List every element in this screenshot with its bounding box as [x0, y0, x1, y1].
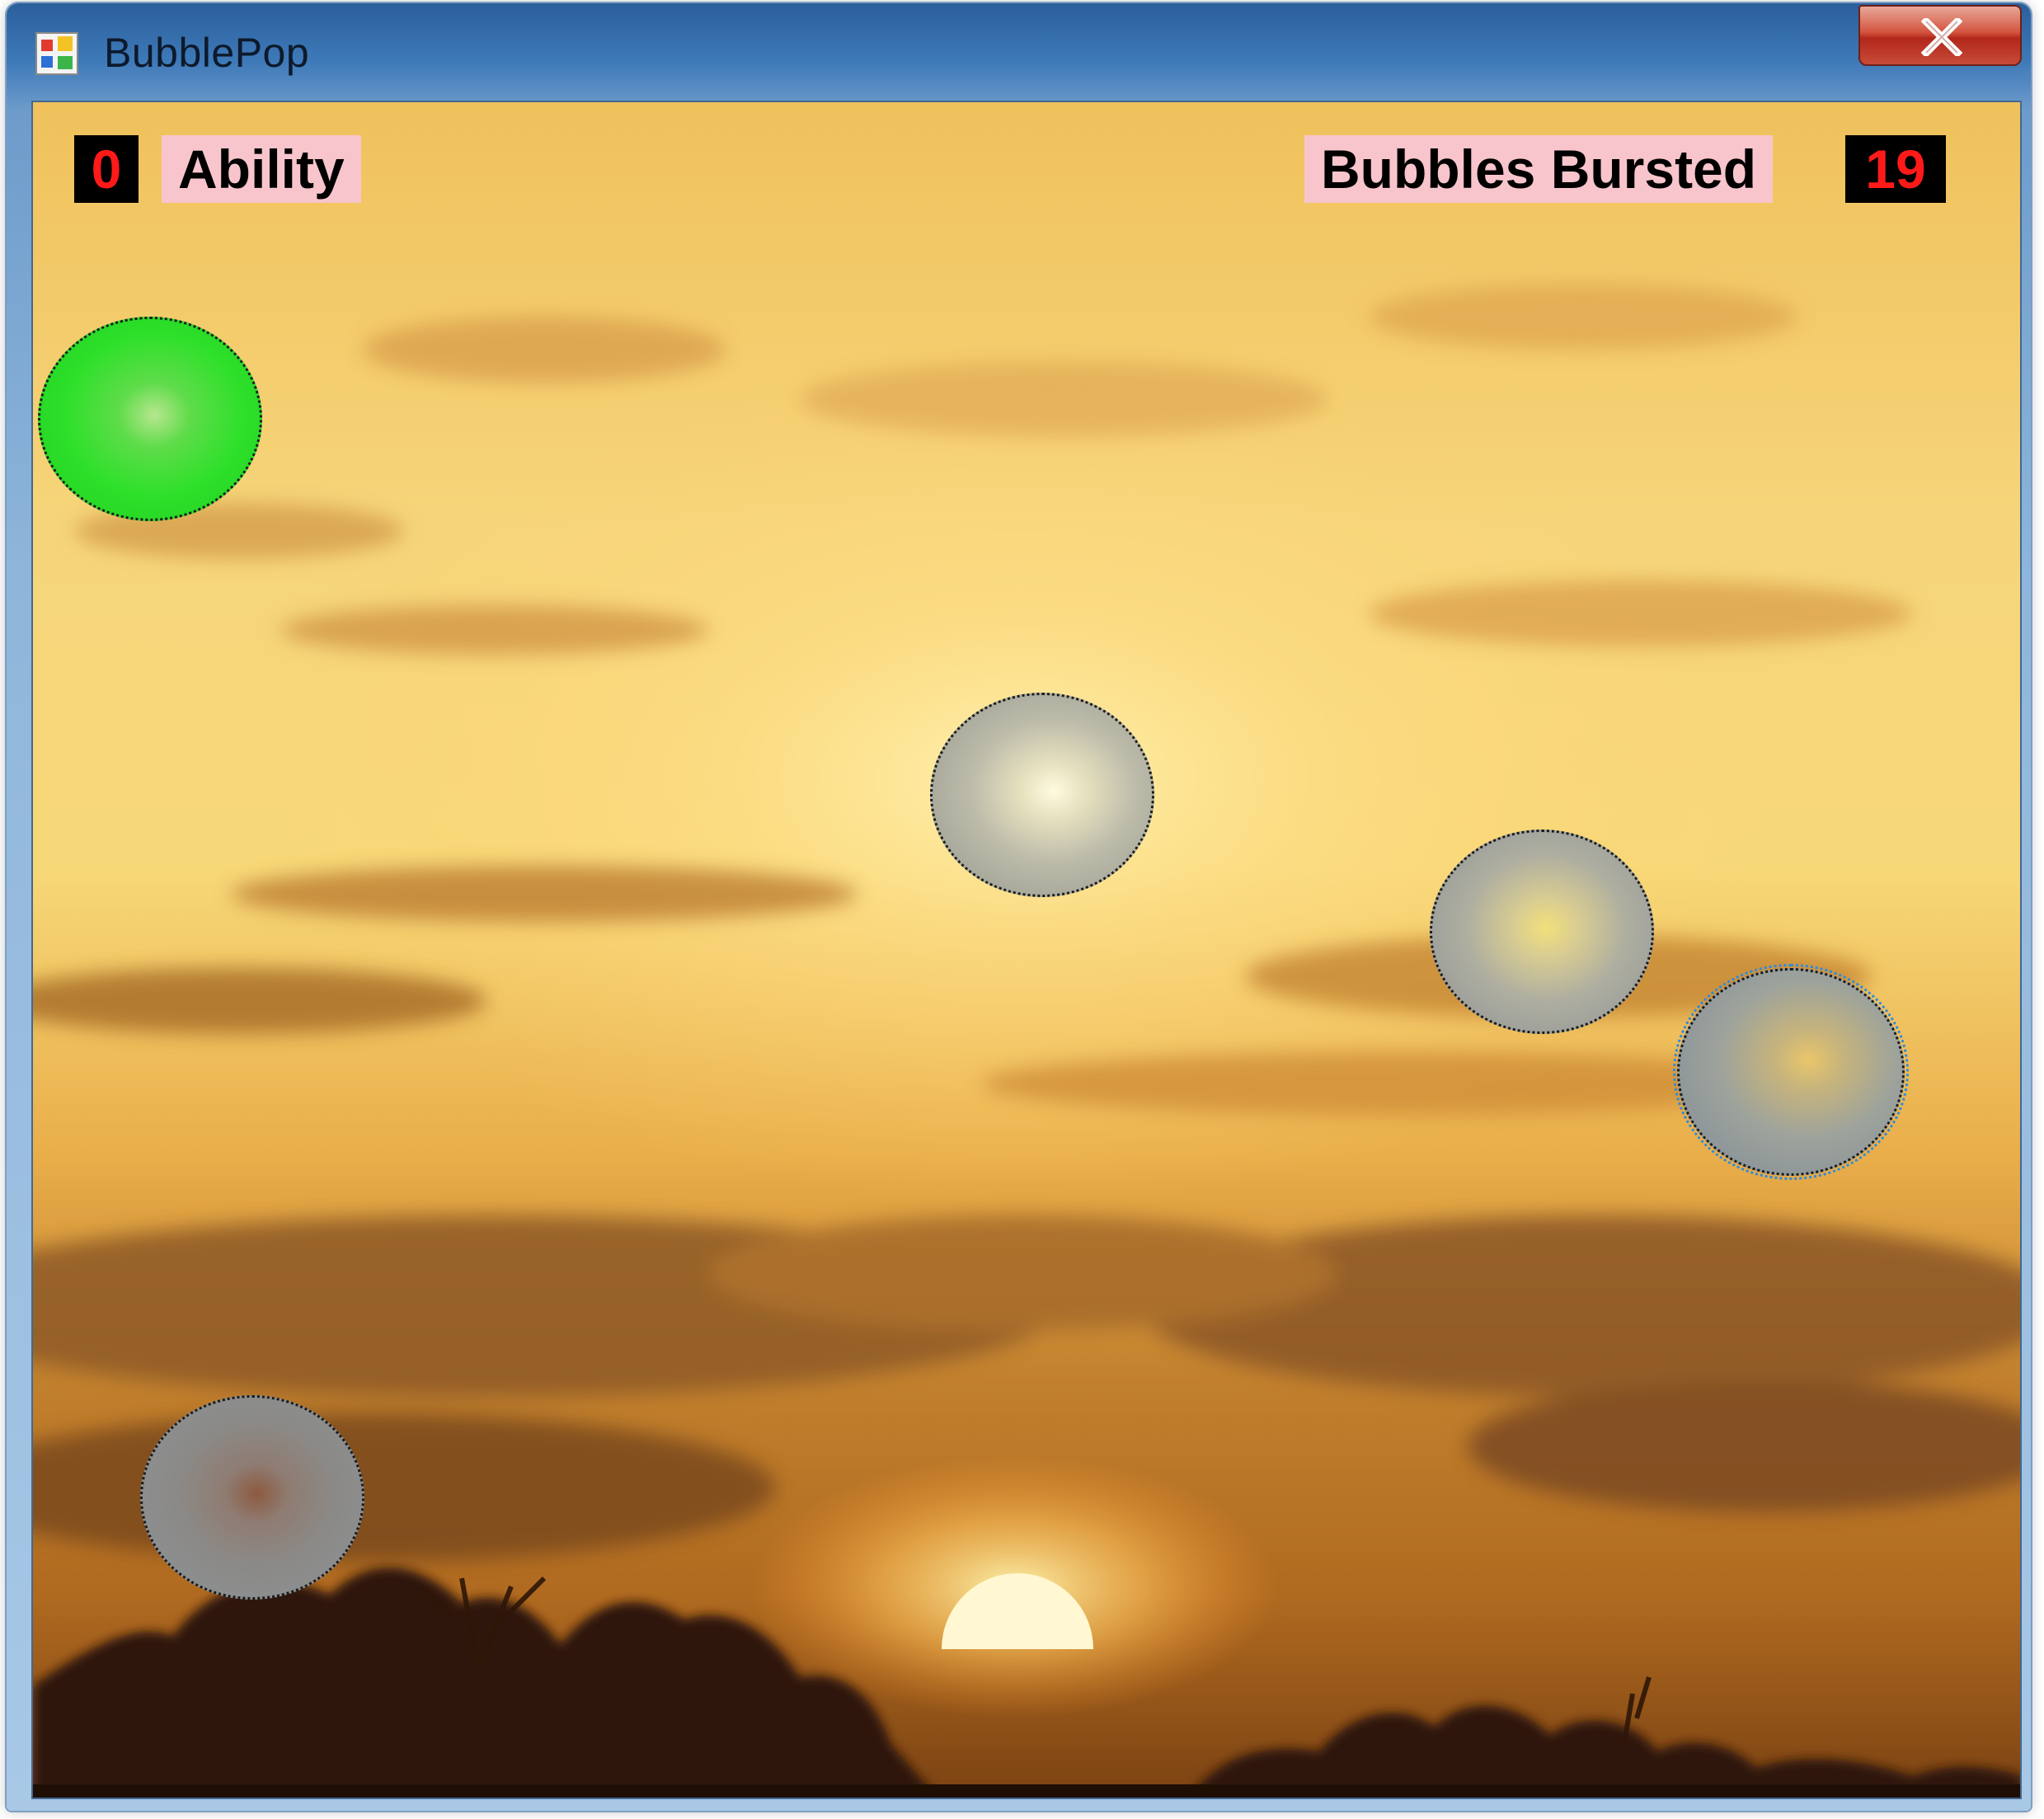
window-title: BubblePop [104, 30, 310, 76]
bubbles-bursted-count: 19 [1845, 135, 1946, 203]
ability-count: 0 [74, 135, 139, 203]
bubble-gray[interactable] [140, 1395, 364, 1600]
ability-label: Ability [162, 135, 361, 203]
close-button[interactable] [1858, 5, 2022, 66]
bubble-gray[interactable] [930, 693, 1154, 897]
bubble-green[interactable] [38, 317, 262, 521]
bubbles-bursted-label: Bubbles Bursted [1304, 135, 1774, 203]
game-window: BubblePop 0 Ability Bubbles Bursted 19 [7, 3, 2031, 1811]
bubble-gray-selected[interactable] [1673, 964, 1909, 1180]
bubble-gray[interactable] [1430, 830, 1654, 1034]
game-canvas[interactable]: 0 Ability Bubbles Bursted 19 [31, 101, 2022, 1799]
close-icon [1921, 18, 1962, 56]
title-bar[interactable]: BubblePop [7, 3, 2031, 101]
app-icon [35, 32, 78, 75]
